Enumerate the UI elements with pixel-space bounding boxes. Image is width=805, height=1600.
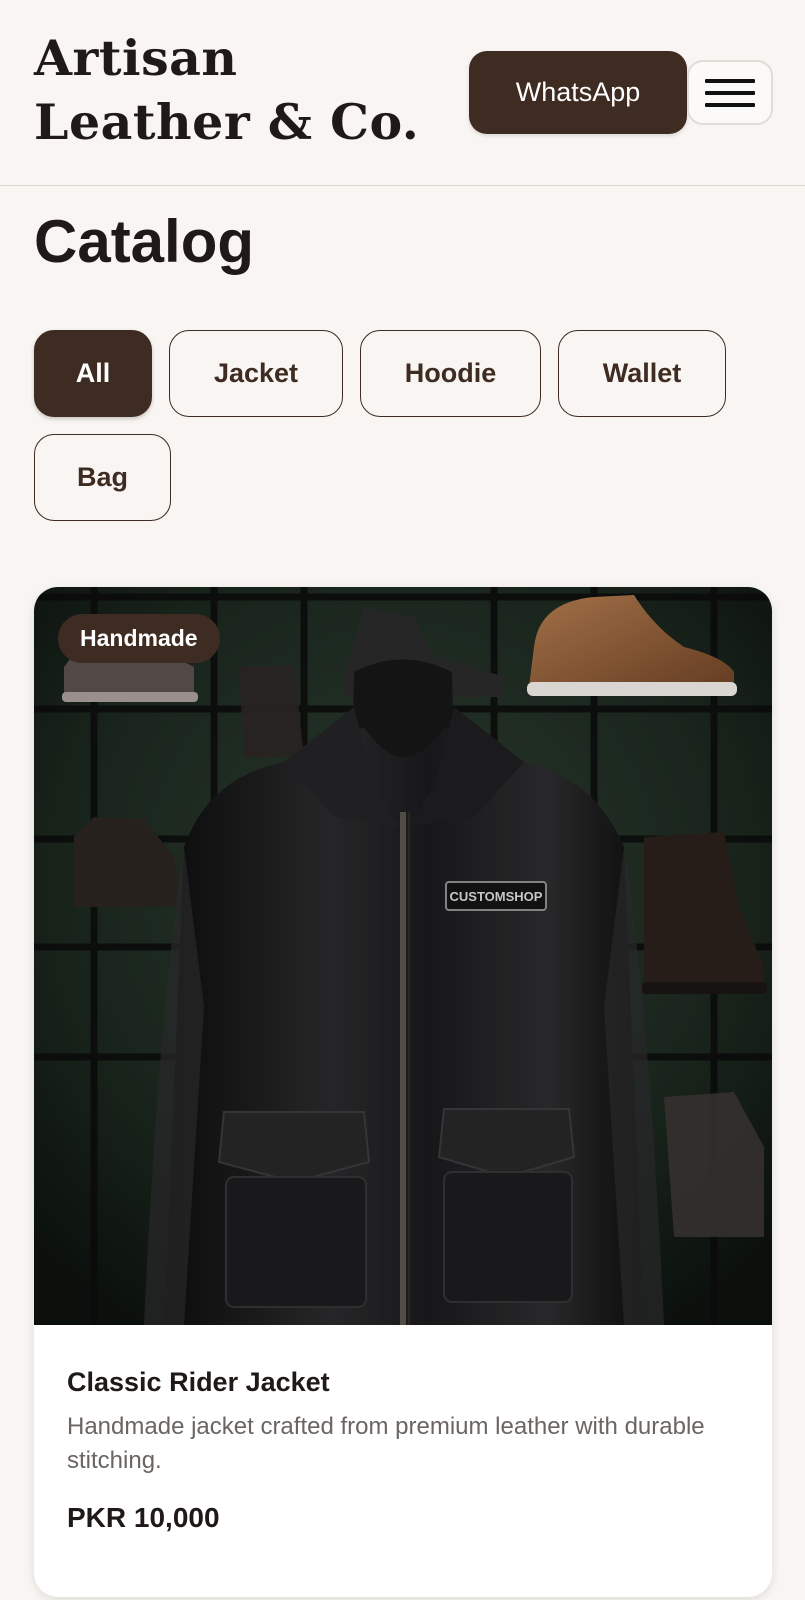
site-header: Artisan Leather & Co. WhatsApp (0, 0, 805, 186)
product-description: Handmade jacket crafted from premium lea… (67, 1413, 705, 1474)
handmade-badge: Handmade (58, 614, 220, 663)
brand-logo-text[interactable]: Artisan Leather & Co. (34, 26, 464, 154)
product-image[interactable]: CUSTOMSHOP Handmade (34, 587, 772, 1325)
filter-chip-hoodie[interactable]: Hoodie (360, 330, 541, 417)
menu-button[interactable] (687, 60, 773, 125)
product-price: PKR 10,000 (67, 1502, 220, 1533)
filter-chip-bag[interactable]: Bag (34, 434, 171, 521)
filter-chip-jacket[interactable]: Jacket (169, 330, 343, 417)
product-card[interactable]: CUSTOMSHOP Handmade Classic Rider Jacket… (34, 587, 772, 1597)
whatsapp-button[interactable]: WhatsApp (469, 51, 687, 134)
filter-chip-all[interactable]: All (34, 330, 152, 417)
filter-chip-wallet[interactable]: Wallet (558, 330, 726, 417)
product-name[interactable]: Classic Rider Jacket (67, 1365, 330, 1399)
page-title: Catalog (34, 208, 255, 275)
hamburger-menu-icon (705, 78, 755, 107)
